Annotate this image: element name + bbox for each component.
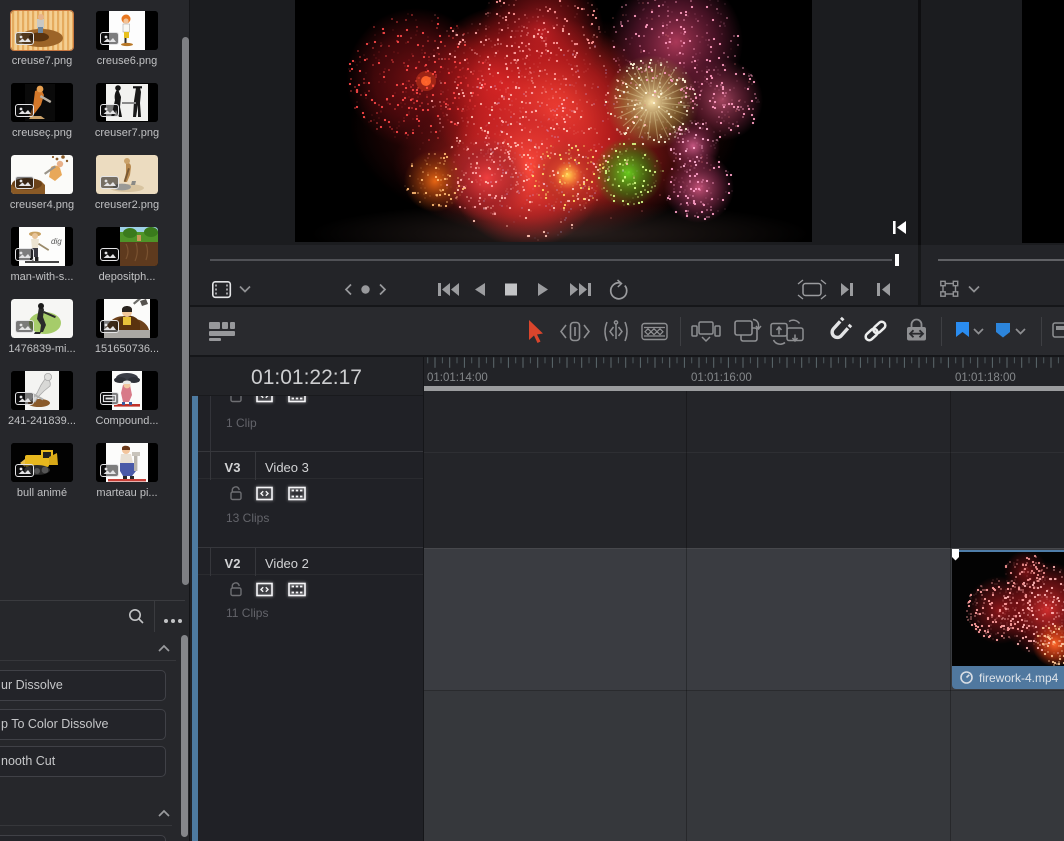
svg-text:dig: dig bbox=[51, 237, 62, 246]
